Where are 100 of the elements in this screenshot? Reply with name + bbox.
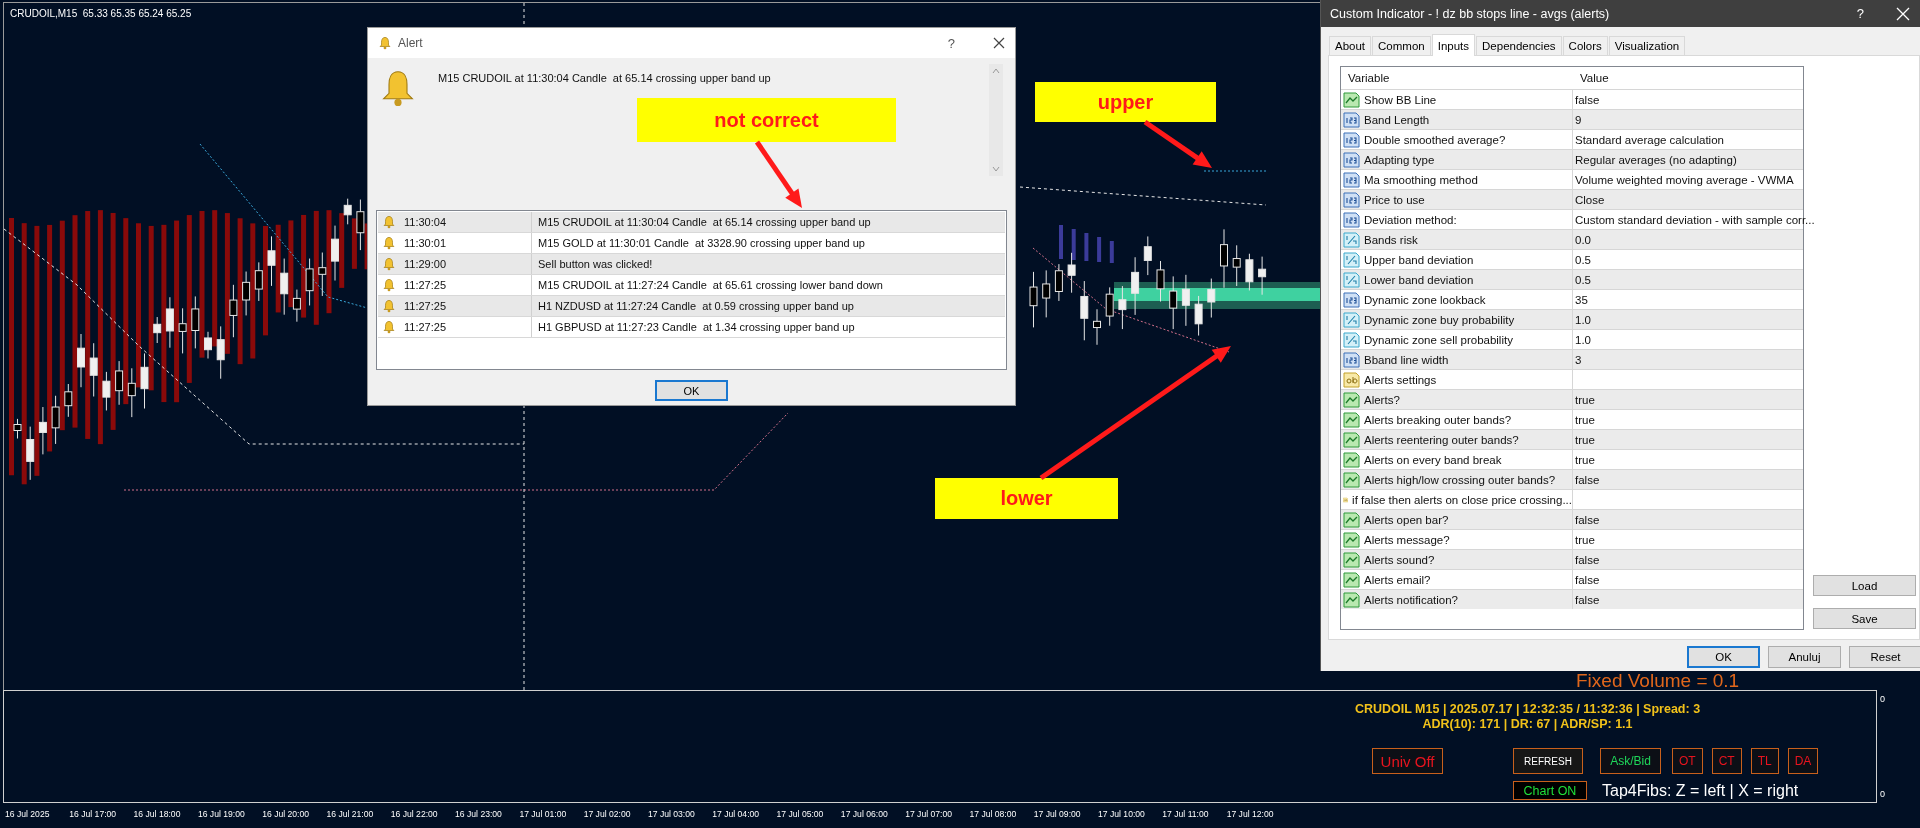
bell-icon bbox=[382, 278, 396, 292]
chart-button[interactable]: Univ Off bbox=[1372, 748, 1443, 774]
log-time-cell: 11:29:00 bbox=[378, 254, 532, 274]
dotted-band-line bbox=[1203, 170, 1267, 172]
dialog-button[interactable]: Reset bbox=[1849, 646, 1920, 668]
value-cell[interactable]: Standard average calculation bbox=[1573, 130, 1803, 149]
time-label: 17 Jul 05:00 bbox=[776, 809, 825, 821]
bell-icon bbox=[382, 299, 396, 313]
value-cell[interactable]: Volume weighted moving average - VWMA bbox=[1573, 170, 1803, 189]
log-time-cell: 11:27:25 bbox=[378, 317, 532, 337]
value-cell[interactable]: true bbox=[1573, 430, 1803, 449]
chart-document-icon bbox=[1343, 451, 1360, 468]
time-label: 16 Jul 20:00 bbox=[262, 809, 310, 821]
variable-cell: Band Length bbox=[1341, 110, 1573, 129]
value-cell[interactable]: false bbox=[1573, 570, 1803, 589]
time-label: 17 Jul 10:00 bbox=[1098, 809, 1146, 821]
value-cell[interactable]: 0.0 bbox=[1573, 230, 1803, 249]
log-row[interactable]: 11:30:04 M15 CRUDOIL at 11:30:04 Candle at 65.14 crossing upper band up bbox=[378, 212, 1005, 233]
number-document-icon bbox=[1343, 191, 1360, 208]
variable-cell: Bands risk bbox=[1341, 230, 1573, 249]
scrollbar[interactable] bbox=[989, 64, 1003, 176]
bell-icon bbox=[382, 320, 396, 334]
variable-cell: Price to use bbox=[1341, 190, 1573, 209]
dialog-button[interactable]: Anuluj bbox=[1768, 646, 1841, 668]
value-cell[interactable]: 1.0 bbox=[1573, 310, 1803, 329]
value-cell[interactable]: 9 bbox=[1573, 110, 1803, 129]
value-cell[interactable]: Regular averages (no adapting) bbox=[1573, 150, 1803, 169]
column-header: Value bbox=[1579, 72, 1610, 84]
variable-cell: Alerts? bbox=[1341, 390, 1573, 409]
arrow bbox=[1143, 119, 1212, 168]
value-cell[interactable]: Close bbox=[1573, 190, 1803, 209]
value-cell[interactable]: true bbox=[1573, 410, 1803, 429]
number-document-icon bbox=[1343, 171, 1360, 188]
number-document-icon bbox=[1343, 211, 1360, 228]
log-row[interactable]: 11:29:00 Sell button was clicked! bbox=[378, 254, 1005, 275]
status-line: CRUDOIL M15 | 2025.07.17 | 12:32:35 / 11:32:36 | Spread: 3 bbox=[1354, 702, 1701, 717]
variable-cell: Lower band deviation bbox=[1341, 270, 1573, 289]
ok-button[interactable]: OK bbox=[655, 380, 728, 401]
help-button[interactable]: ? bbox=[947, 35, 955, 51]
log-message-cell-text: M15 GOLD at 11:30:01 Candle at 3328.90 crossing upper band up bbox=[537, 237, 865, 249]
tab[interactable]: Inputs bbox=[1431, 34, 1476, 56]
dialog-button[interactable]: OK bbox=[1687, 646, 1760, 668]
value-cell[interactable]: false bbox=[1573, 550, 1803, 569]
log-message-cell-text: Sell button was clicked! bbox=[537, 258, 653, 270]
time-label: 17 Jul 11:00 bbox=[1162, 809, 1210, 821]
side-button[interactable]: Load bbox=[1813, 575, 1916, 596]
hotkeys-text: Tap4Fibs: Z = left | X = right bbox=[1602, 781, 1799, 800]
variable-cell: Alerts sound? bbox=[1341, 550, 1573, 569]
annotation-label: not correct bbox=[637, 98, 896, 142]
help-button[interactable]: ? bbox=[1856, 6, 1864, 21]
chart-button[interactable]: REFRESH bbox=[1513, 748, 1583, 774]
value-cell[interactable]: 3 bbox=[1573, 350, 1803, 369]
value-cell[interactable]: 0.5 bbox=[1573, 270, 1803, 289]
value-cell[interactable]: true bbox=[1573, 450, 1803, 469]
log-row[interactable]: 11:27:25 H1 GBPUSD at 11:27:23 Candle at 1.34 crossing upper band up bbox=[378, 317, 1005, 338]
tab[interactable]: Colors bbox=[1562, 36, 1608, 55]
time-label: 16 Jul 2025 bbox=[5, 809, 51, 821]
tab[interactable]: About bbox=[1329, 36, 1372, 55]
chart-document-icon bbox=[1343, 431, 1360, 448]
value-cell[interactable]: false bbox=[1573, 590, 1803, 609]
value-cell[interactable]: false bbox=[1573, 90, 1803, 109]
bell-icon bbox=[382, 215, 396, 229]
scroll-up-icon[interactable] bbox=[992, 68, 1000, 74]
value-cell[interactable]: true bbox=[1573, 530, 1803, 549]
time-label: 17 Jul 04:00 bbox=[712, 809, 761, 821]
tab[interactable]: Dependencies bbox=[1476, 36, 1562, 55]
annotation-label: upper bbox=[1035, 82, 1216, 122]
log-message-cell-text: M15 CRUDOIL at 11:27:24 Candle at 65.61 crossing lower band down bbox=[537, 279, 883, 291]
chart-button[interactable]: Ask/Bid bbox=[1600, 748, 1661, 774]
value-cell[interactable]: false bbox=[1573, 470, 1803, 489]
variable-cell: Adapting type bbox=[1341, 150, 1573, 169]
symbol-info: CRUDOIL,M15 65.33 65.35 65.24 65.25 bbox=[10, 8, 192, 19]
log-row[interactable]: 11:27:25 H1 NZDUSD at 11:27:24 Candle at 0.59 crossing upper band up bbox=[378, 296, 1005, 317]
value-cell[interactable]: false bbox=[1573, 510, 1803, 529]
tab[interactable]: Common bbox=[1372, 36, 1431, 55]
variable-cell: Alerts high/low crossing outer bands? bbox=[1341, 470, 1573, 489]
close-icon[interactable] bbox=[993, 37, 1005, 49]
scroll-down-icon[interactable] bbox=[992, 166, 1000, 172]
chart-button[interactable]: DA bbox=[1787, 748, 1819, 774]
value-cell[interactable]: 0.5 bbox=[1573, 250, 1803, 269]
side-button[interactable]: Save bbox=[1813, 608, 1916, 629]
range-line: ADR(10): 171 | DR: 67 | ADR/SP: 1.1 bbox=[1422, 717, 1633, 732]
chart-document-icon bbox=[1343, 411, 1360, 428]
value-cell[interactable]: 1.0 bbox=[1573, 330, 1803, 349]
fraction-document-icon bbox=[1343, 251, 1360, 268]
fraction-document-icon bbox=[1343, 231, 1360, 248]
fixed-volume-text: Fixed Volume = 0.1 bbox=[1576, 671, 1740, 690]
chart-document-icon bbox=[1343, 471, 1360, 488]
chart-document-icon bbox=[1343, 551, 1360, 568]
chart-button[interactable]: OT bbox=[1672, 748, 1703, 774]
text-document-icon bbox=[1343, 371, 1360, 388]
value-cell[interactable]: true bbox=[1573, 390, 1803, 409]
time-label: 16 Jul 19:00 bbox=[197, 809, 246, 821]
value-cell[interactable]: Custom standard deviation - with sample corr... bbox=[1573, 210, 1815, 229]
tab[interactable]: Visualization bbox=[1608, 36, 1686, 55]
chart-button[interactable]: TL bbox=[1750, 748, 1779, 774]
variable-cell: Alerts reentering outer bands? bbox=[1341, 430, 1573, 449]
chart-button[interactable]: CT bbox=[1711, 748, 1742, 774]
chart-toggle-button[interactable]: Chart ON bbox=[1513, 781, 1587, 800]
value-cell[interactable]: 35 bbox=[1573, 290, 1803, 309]
